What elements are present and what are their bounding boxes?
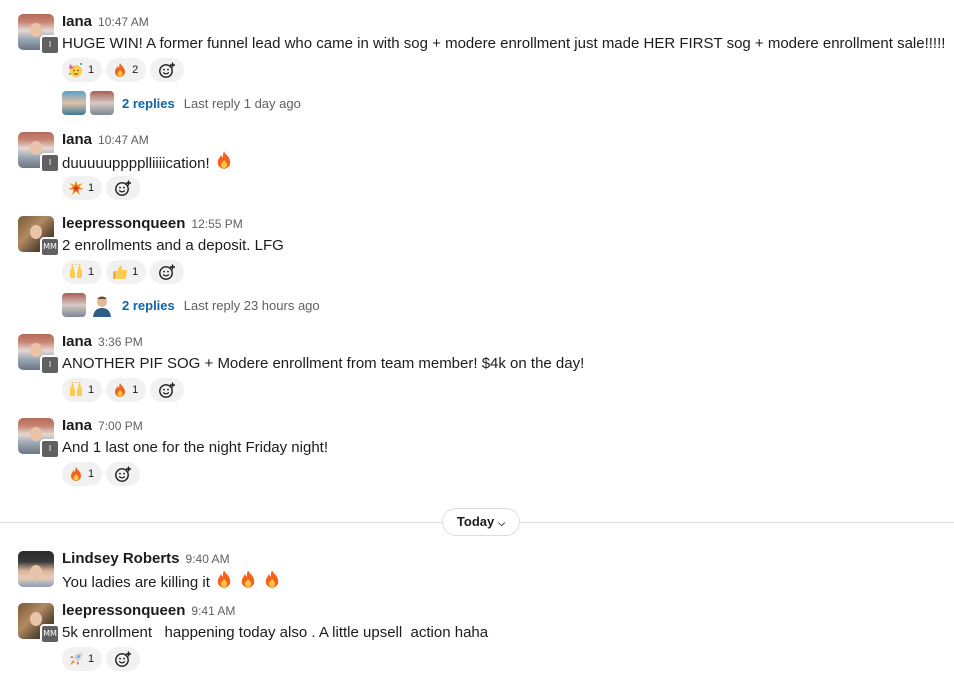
add-reaction-button[interactable] [106, 176, 141, 200]
rocket-icon [68, 651, 84, 667]
fire-icon [68, 466, 84, 482]
add-reaction-icon [158, 61, 176, 79]
fire-icon [238, 569, 258, 589]
reactions: 1 [62, 462, 141, 486]
message-text: 2 enrollments and a deposit. LFG [62, 237, 284, 254]
add-reaction-button[interactable] [106, 647, 141, 671]
status-badge: MM [40, 237, 60, 257]
reaction-pill[interactable]: 1 [62, 58, 103, 82]
chevron-down-icon: ⌵ [498, 518, 506, 528]
add-reaction-button[interactable] [150, 260, 185, 284]
reaction-pill[interactable]: 1 [62, 462, 103, 486]
avatar [62, 293, 86, 317]
add-reaction-icon [114, 179, 132, 197]
thumbs-up-icon [112, 264, 128, 280]
reactions: 1 1 [62, 378, 185, 402]
author-name[interactable]: Iana [62, 13, 92, 30]
avatar[interactable] [18, 551, 54, 587]
timestamp[interactable]: 7:00 PM [98, 419, 143, 433]
raised-hands-icon [68, 382, 84, 398]
thread-summary[interactable]: 2 replies Last reply 1 day ago [62, 91, 301, 115]
reaction-pill[interactable]: 1 [62, 176, 103, 200]
author-name[interactable]: Iana [62, 131, 92, 148]
fire-icon [112, 62, 128, 78]
status-badge: I [40, 439, 60, 459]
timestamp[interactable]: 10:47 AM [98, 15, 149, 29]
message-text: 5k enrollment happening today also . A l… [62, 624, 489, 641]
reaction-count: 1 [132, 266, 139, 278]
status-badge: MM [40, 624, 60, 644]
reaction-count: 2 [132, 64, 139, 76]
add-reaction-button[interactable] [150, 378, 185, 402]
last-reply-time: Last reply 23 hours ago [183, 297, 320, 313]
date-divider-label: Today [456, 514, 495, 529]
author-name[interactable]: Iana [62, 333, 92, 350]
timestamp[interactable]: 12:55 PM [191, 217, 242, 231]
thread-summary[interactable]: 2 replies Last reply 23 hours ago [62, 293, 320, 317]
reaction-count: 1 [88, 64, 95, 76]
reaction-pill[interactable]: 2 [106, 58, 147, 82]
reaction-pill[interactable]: 1 [106, 378, 147, 402]
reaction-pill[interactable]: 1 [62, 378, 103, 402]
reaction-count: 1 [88, 468, 95, 480]
fire-icon [214, 150, 234, 170]
timestamp[interactable]: 10:47 AM [98, 133, 149, 147]
status-badge: I [40, 153, 60, 173]
add-reaction-icon [114, 650, 132, 668]
author-name[interactable]: leepressonqueen [62, 602, 185, 619]
add-reaction-button[interactable] [150, 58, 185, 82]
author-name[interactable]: Iana [62, 417, 92, 434]
fire-icon [214, 569, 234, 589]
message-text: HUGE WIN! A former funnel lead who came … [62, 35, 946, 52]
reaction-count: 1 [88, 384, 95, 396]
reactions: 1 [62, 176, 141, 200]
timestamp[interactable]: 3:36 PM [98, 335, 143, 349]
reaction-count: 1 [132, 384, 139, 396]
reaction-count: 1 [88, 653, 95, 665]
message-body: You ladies are killing it [62, 569, 282, 594]
reaction-pill[interactable]: 1 [106, 260, 147, 284]
status-badge: I [40, 355, 60, 375]
fire-icon [262, 569, 282, 589]
message-text: And 1 last one for the night Friday nigh… [62, 439, 328, 456]
reaction-pill[interactable]: 1 [62, 647, 103, 671]
reaction-count: 1 [88, 182, 95, 194]
reactions: 1 2 [62, 58, 185, 82]
raised-hands-icon [68, 264, 84, 280]
replies-link[interactable]: 2 replies [122, 298, 175, 313]
message-text: You ladies are killing it [62, 574, 210, 591]
add-reaction-button[interactable] [106, 462, 141, 486]
last-reply-time: Last reply 1 day ago [183, 95, 301, 111]
date-divider-button[interactable]: Today ⌵ [442, 508, 520, 536]
avatar [90, 293, 114, 317]
author-name[interactable]: leepressonqueen [62, 215, 185, 232]
timestamp[interactable]: 9:40 AM [186, 552, 230, 566]
add-reaction-icon [114, 465, 132, 483]
timestamp[interactable]: 9:41 AM [191, 604, 235, 618]
add-reaction-icon [158, 381, 176, 399]
avatar [62, 91, 86, 115]
fire-icon [112, 382, 128, 398]
message-body: duuuuupppplliiiication! [62, 150, 234, 175]
author-name[interactable]: Lindsey Roberts [62, 550, 180, 567]
add-reaction-icon [158, 263, 176, 281]
message-text: ANOTHER PIF SOG + Modere enrollment from… [62, 355, 585, 372]
reaction-pill[interactable]: 1 [62, 260, 103, 284]
partying-face-icon [68, 62, 84, 78]
reactions: 1 [62, 647, 141, 671]
avatar [90, 91, 114, 115]
reaction-count: 1 [88, 266, 95, 278]
status-badge: I [40, 35, 60, 55]
replies-link[interactable]: 2 replies [122, 96, 175, 111]
collision-icon [68, 180, 84, 196]
message-text: duuuuupppplliiiication! [62, 155, 210, 172]
reactions: 1 1 [62, 260, 185, 284]
